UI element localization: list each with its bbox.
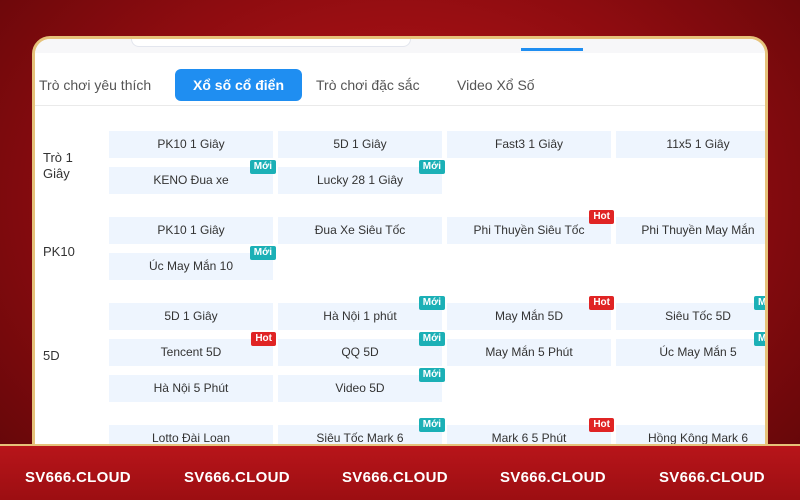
game-tile-label: 11x5 1 Giây	[666, 137, 730, 151]
watermark-text: SV666.CLOUD	[659, 469, 765, 486]
hot-badge: Hot	[589, 210, 614, 224]
hot-badge: Hot	[589, 296, 614, 310]
game-tile-label: KENO Đua xe	[153, 173, 229, 187]
game-tile[interactable]: Video 5D Mới	[278, 368, 445, 402]
game-tile-label: 5D 1 Giây	[164, 309, 218, 323]
game-tile-label: May Mắn 5D	[494, 309, 564, 323]
search-input[interactable]	[131, 39, 411, 47]
new-badge: M	[754, 296, 765, 310]
hot-badge: Hot	[251, 332, 276, 346]
game-tile[interactable]: 5D 1 Giây	[109, 303, 273, 330]
game-tile[interactable]: PK10 1 Giây	[109, 217, 273, 244]
game-tile-label: Video 5D	[335, 381, 385, 395]
game-tile[interactable]: Hà Nội 1 phút Mới	[278, 296, 445, 330]
game-tile[interactable]: 5D 1 Giây	[278, 131, 442, 158]
game-tile[interactable]: 11x5 1 Giây	[616, 131, 765, 158]
game-tile-label: Đua Xe Siêu Tốc	[314, 223, 406, 237]
game-tile-label: Hà Nội 5 Phút	[153, 381, 229, 395]
game-tile[interactable]: Úc May Mắn 5 M	[616, 332, 765, 366]
game-tile[interactable]: Đua Xe Siêu Tốc	[278, 217, 442, 244]
watermark-text: SV666.CLOUD	[25, 469, 131, 486]
game-tile-label: Mark 6 5 Phút	[491, 431, 567, 445]
watermark-text: SV666.CLOUD	[184, 469, 290, 486]
watermark-text: SV666.CLOUD	[500, 469, 606, 486]
new-badge: M	[754, 332, 765, 346]
game-tile[interactable]: Úc May Mắn 10 Mới	[109, 246, 276, 280]
tab-video-lottery[interactable]: Video Xổ Số	[457, 69, 535, 101]
game-tile[interactable]: Lucky 28 1 Giây Mới	[278, 160, 445, 194]
active-tab-underline	[521, 48, 583, 51]
new-badge: Mới	[418, 418, 445, 432]
game-tile-label: Fast3 1 Giây	[494, 137, 564, 151]
game-panel: Trò chơi yêu thích Xổ số cổ điển Trò chơ…	[32, 36, 768, 466]
game-tile-label: PK10 1 Giây	[157, 137, 225, 151]
game-tile[interactable]: Hà Nội 5 Phút	[109, 375, 273, 402]
game-tile[interactable]: Phi Thuyền Siêu Tốc Hot	[447, 210, 614, 244]
game-tile[interactable]: Siêu Tốc 5D M	[616, 296, 765, 330]
game-tile[interactable]: Fast3 1 Giây	[447, 131, 611, 158]
section-label-pk10: PK10	[43, 244, 75, 259]
game-tile-label: Siêu Tốc 5D	[665, 309, 731, 323]
new-badge: Mới	[249, 246, 276, 260]
tab-special-games[interactable]: Trò chơi đặc sắc	[316, 69, 420, 101]
top-strip	[35, 39, 765, 53]
new-badge: Mới	[249, 160, 276, 174]
game-tile-label: Siêu Tốc Mark 6	[316, 431, 404, 445]
new-badge: Mới	[418, 296, 445, 310]
game-tile[interactable]: May Mắn 5D Hot	[447, 296, 614, 330]
game-tile[interactable]: Tencent 5D Hot	[109, 332, 276, 366]
tab-classic-lottery[interactable]: Xổ số cổ điển	[175, 69, 303, 101]
section-label-1-second: Trò 1 Giây	[43, 150, 73, 181]
game-tile-label: Úc May Mắn 10	[148, 259, 234, 273]
game-tile[interactable]: PK10 1 Giây	[109, 131, 273, 158]
game-tile-label: Hà Nội 1 phút	[323, 309, 397, 323]
game-tile-label: May Mắn 5 Phút	[485, 345, 573, 359]
game-tile[interactable]: May Mắn 5 Phút	[447, 339, 611, 366]
game-tile[interactable]: Phi Thuyền May Mắn	[616, 217, 765, 244]
game-tile-label: Lotto Đài Loan	[151, 431, 231, 445]
new-badge: Mới	[418, 368, 445, 382]
game-tile-label: PK10 1 Giây	[157, 223, 225, 237]
game-tile-label: Phi Thuyền May Mắn	[641, 223, 755, 237]
new-badge: Mới	[418, 160, 445, 174]
tab-divider	[35, 105, 765, 106]
section-label-5d: 5D	[43, 348, 60, 363]
tab-favorites[interactable]: Trò chơi yêu thích	[39, 69, 151, 101]
game-tile-label: 5D 1 Giây	[333, 137, 387, 151]
watermark-footer: SV666.CLOUD SV666.CLOUD SV666.CLOUD SV66…	[0, 444, 800, 500]
category-tabs: Trò chơi yêu thích Xổ số cổ điển Trò chơ…	[35, 69, 765, 105]
watermark-text: SV666.CLOUD	[342, 469, 448, 486]
game-tile-label: Úc May Mắn 5	[659, 345, 737, 359]
game-tile-label: Phi Thuyền Siêu Tốc	[473, 223, 585, 237]
game-tile[interactable]: KENO Đua xe Mới	[109, 160, 276, 194]
new-badge: Mới	[418, 332, 445, 346]
game-tile-label: Tencent 5D	[160, 345, 222, 359]
hot-badge: Hot	[589, 418, 614, 432]
game-tile-label: Lucky 28 1 Giây	[316, 173, 404, 187]
game-tile-label: QQ 5D	[341, 345, 379, 359]
game-tile[interactable]: QQ 5D Mới	[278, 332, 445, 366]
game-tile-label: Hồng Kông Mark 6	[647, 431, 749, 445]
